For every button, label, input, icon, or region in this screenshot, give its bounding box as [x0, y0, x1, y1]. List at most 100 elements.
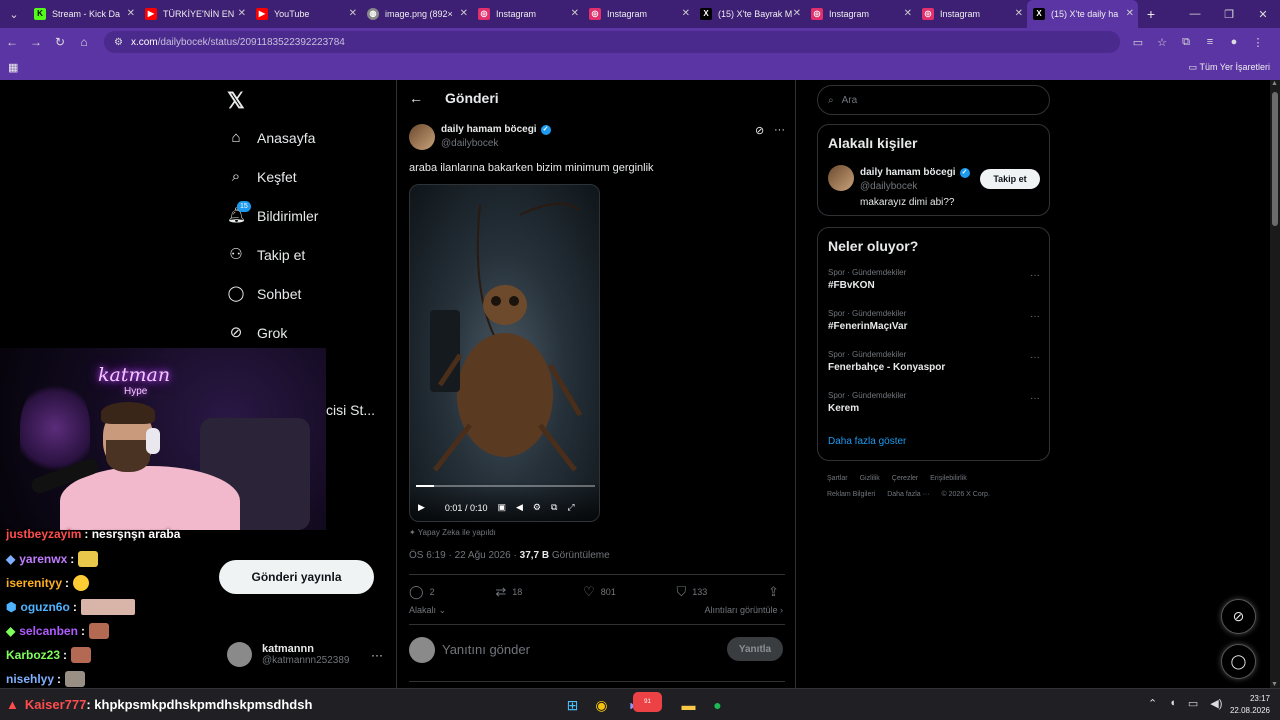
sidebar-item-partial[interactable]: cisi St... — [326, 402, 375, 418]
footer-link[interactable]: Çerezler — [892, 475, 918, 482]
browser-tab[interactable]: ◎ Instagram ✕ — [805, 0, 916, 28]
browser-tab[interactable]: ◎ Instagram ✕ — [583, 0, 694, 28]
show-more-link[interactable]: Daha fazla göster — [828, 436, 906, 447]
settings-icon[interactable]: ⚙ — [533, 502, 541, 513]
footer-link[interactable]: Şartlar — [827, 475, 848, 482]
chevron-up-icon[interactable]: ⌃ — [1148, 697, 1157, 710]
browser-tab[interactable]: ▶ TÜRKİYE'NİN EN ✕ — [139, 0, 250, 28]
system-clock[interactable]: 23:17 22.08.2026 — [1226, 693, 1270, 717]
author-avatar[interactable] — [409, 124, 435, 150]
extensions-icon[interactable]: ⧉ — [1174, 36, 1198, 49]
play-icon[interactable]: ▶ — [418, 502, 425, 513]
avatar[interactable] — [828, 165, 854, 191]
sidebar-item-grok[interactable]: ⊘ Grok — [227, 324, 288, 342]
back-icon[interactable]: ← — [0, 35, 24, 49]
close-icon[interactable]: ✕ — [349, 8, 357, 19]
sidebar-item-explore[interactable]: ⌕ Keşfet — [227, 168, 297, 186]
reload-icon[interactable]: ↻ — [48, 35, 72, 49]
close-icon[interactable]: ✕ — [127, 8, 135, 19]
author-handle[interactable]: @dailybocek — [441, 138, 498, 149]
microphone-icon[interactable]: ◖ — [1169, 697, 1176, 710]
fullscreen-icon[interactable]: ⤢ — [567, 502, 574, 513]
volume-icon[interactable]: ◀ — [516, 502, 523, 513]
more-icon[interactable]: ··· — [1030, 393, 1040, 404]
sidebar-item-home[interactable]: ⌂ Anasayfa — [227, 129, 315, 147]
sidebar-item-follow[interactable]: ⚇ Takip et — [227, 246, 305, 264]
repost-button[interactable]: ⇄ 18 — [495, 584, 522, 600]
back-arrow-icon[interactable]: ← — [409, 90, 423, 106]
minimize-icon[interactable]: — — [1178, 8, 1212, 20]
windows-start-icon[interactable]: ⊞ — [558, 695, 587, 715]
close-icon[interactable]: ✕ — [1015, 8, 1023, 19]
sidebar-item-chat[interactable]: ◯ Sohbet — [227, 285, 302, 303]
close-icon[interactable]: ✕ — [238, 8, 246, 19]
menu-icon[interactable]: ⋮ — [1246, 36, 1270, 49]
home-icon[interactable]: ⌂ — [72, 35, 96, 49]
sidebar-item-notifications[interactable]: 🔔︎ 15 Bildirimler — [227, 201, 318, 225]
reply-button[interactable]: ◯ 2 — [409, 584, 435, 600]
restore-icon[interactable]: ❐ — [1212, 8, 1246, 21]
reply-input[interactable]: Yanıtını gönder — [442, 642, 530, 657]
messages-fab-button[interactable]: ◯ — [1221, 644, 1256, 679]
trend-item[interactable]: Spor · Gündemdekiler Fenerbahçe - Konyasp… — [828, 350, 1040, 373]
forward-icon[interactable]: → — [24, 35, 48, 49]
related-sort[interactable]: Alakalı ⌄ — [409, 605, 446, 616]
close-icon[interactable]: ✕ — [460, 8, 468, 19]
browser-tab-active[interactable]: X (15) X'te daily ha ✕ — [1027, 0, 1138, 28]
person-handle[interactable]: @dailybocek — [860, 181, 917, 192]
tweet-video[interactable]: ▶ 0:01 / 0:10 ▣ ◀ ⚙ ⧉ ⤢ — [409, 184, 600, 522]
browser-tab[interactable]: ▶ YouTube ✕ — [250, 0, 361, 28]
reply-submit-button[interactable]: Yanıtla — [727, 637, 783, 661]
browser-tab[interactable]: X (15) X'te Bayrak M ✕ — [694, 0, 805, 28]
network-icon[interactable]: ▭ — [1188, 697, 1198, 710]
follow-button[interactable]: Takip et — [980, 169, 1040, 189]
media-icon[interactable]: ≡ — [1198, 36, 1222, 49]
all-bookmarks[interactable]: ▭ Tüm Yer İşaretleri — [1189, 62, 1270, 73]
scroll-down-icon[interactable]: ▼ — [1271, 681, 1278, 688]
discord-icon[interactable]: ◑ 91 — [616, 692, 662, 715]
footer-link[interactable]: Reklam Bilgileri — [827, 491, 875, 498]
footer-link[interactable]: Gizlilik — [860, 475, 880, 482]
view-quotes-link[interactable]: Alıntıları görüntüle › — [704, 605, 783, 615]
scroll-up-icon[interactable]: ▲ — [1271, 80, 1278, 87]
captions-icon[interactable]: ▣ — [497, 502, 506, 513]
scrollbar[interactable]: ▲ ▼ — [1270, 80, 1280, 688]
close-window-icon[interactable]: ✕ — [1246, 8, 1280, 21]
grok-fab-button[interactable]: ⊘ — [1221, 599, 1256, 634]
account-switcher[interactable]: katmannn @katmannn252389 ··· — [227, 642, 383, 667]
site-info-icon[interactable]: ⚙ — [114, 37, 123, 48]
bookmark-button[interactable]: ⛉ 133 — [676, 584, 707, 600]
footer-link[interactable]: Erişilebilirlik — [930, 475, 967, 482]
person-name[interactable]: daily hamam böcegi ✓ — [860, 167, 970, 178]
profile-avatar[interactable]: ● — [1222, 36, 1246, 49]
file-explorer-icon[interactable]: ▬ — [674, 695, 703, 715]
close-icon[interactable]: ✕ — [571, 8, 579, 19]
video-progress-bar[interactable] — [416, 485, 595, 487]
cast-icon[interactable]: ▭ — [1126, 36, 1150, 49]
browser-tab[interactable]: ◎ Instagram ✕ — [472, 0, 583, 28]
star-icon[interactable]: ☆ — [1150, 36, 1174, 49]
close-icon[interactable]: ✕ — [682, 8, 690, 19]
more-icon[interactable]: ··· — [371, 648, 383, 662]
close-icon[interactable]: ✕ — [904, 8, 912, 19]
post-button[interactable]: Gönderi yayınla — [219, 560, 374, 594]
new-tab-button[interactable]: + — [1138, 6, 1164, 22]
x-logo-icon[interactable]: 𝕏 — [227, 88, 245, 114]
share-button[interactable]: ⇪ — [768, 584, 785, 600]
trend-item[interactable]: Spor · Gündemdekiler Kerem ··· — [828, 391, 1040, 414]
more-icon[interactable]: ··· — [774, 124, 785, 136]
spotify-icon[interactable]: ● — [703, 695, 732, 715]
search-input[interactable]: ⌕ Ara — [817, 85, 1050, 115]
more-icon[interactable]: ··· — [1030, 352, 1040, 363]
pip-icon[interactable]: ⧉ — [551, 502, 557, 513]
apps-grid-icon[interactable]: ▦ — [8, 61, 18, 74]
more-icon[interactable]: ··· — [1030, 311, 1040, 322]
browser-tab[interactable]: K Stream - Kick Da ✕ — [28, 0, 139, 28]
close-icon[interactable]: ✕ — [793, 8, 801, 19]
grok-icon[interactable]: ⊘ — [755, 124, 764, 137]
close-icon[interactable]: ✕ — [1126, 8, 1134, 19]
url-field[interactable]: ⚙ x.com/dailybocek/status/20911835223922… — [104, 31, 1120, 53]
chrome-icon[interactable]: ◉ — [587, 695, 616, 715]
trend-item[interactable]: Spor · Gündemdekiler #FBvKON ··· — [828, 268, 1040, 291]
scrollbar-thumb[interactable] — [1272, 92, 1278, 226]
